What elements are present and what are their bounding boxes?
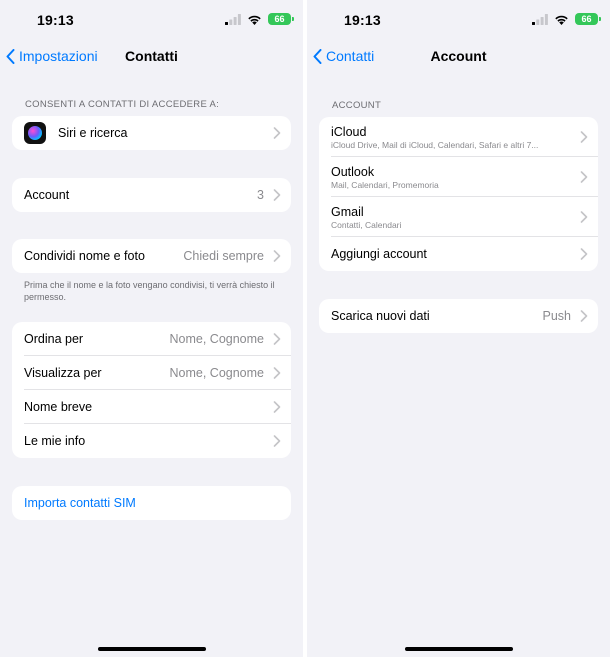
chevron-right-icon [273,189,281,201]
my-info-row[interactable]: Le mie info [12,424,291,458]
display-order-label: Visualizza per [24,366,102,380]
chevron-right-icon [580,248,588,260]
account-name: Gmail [331,204,364,219]
status-time: 19:13 [344,12,381,28]
fetch-group: Scarica nuovi dati Push [319,299,598,333]
share-name-photo-row[interactable]: Condividi nome e foto Chiedi sempre [12,239,291,273]
siri-group: Siri e ricerca [12,116,291,150]
status-icons: 66 [532,13,601,25]
my-info-label: Le mie info [24,434,86,448]
battery-icon: 66 [268,13,294,25]
sort-order-label: Ordina per [24,332,84,346]
home-indicator[interactable] [97,647,206,651]
status-icons: 66 [225,13,294,25]
account-detail: Contatti, Calendari [331,219,402,230]
display-order-row[interactable]: Visualizza per Nome, Cognome [12,356,291,390]
account-label: Account [24,188,70,202]
accounts-group: iCloud iCloud Drive, Mail di iCloud, Cal… [319,117,598,271]
nav-bar: Impostazioni Contatti [0,40,303,74]
account-item-outlook[interactable]: Outlook Mail, Calendari, Promemoria [319,157,598,197]
display-order-value: Nome, Cognome [169,366,265,380]
nav-bar: Contatti Account [307,40,610,74]
account-row[interactable]: Account 3 [12,178,291,212]
chevron-right-icon [273,333,281,345]
add-account-row[interactable]: Aggiungi account [319,237,598,271]
access-section-header: CONSENTI A CONTATTI DI ACCEDERE A: [25,99,220,110]
share-group: Condividi nome e foto Chiedi sempre [12,239,291,273]
fetch-value: Push [542,309,572,323]
sort-order-row[interactable]: Ordina per Nome, Cognome [12,322,291,356]
account-item-icloud[interactable]: iCloud iCloud Drive, Mail di iCloud, Cal… [319,117,598,157]
chevron-right-icon [580,310,588,322]
short-name-label: Nome breve [24,400,93,414]
siri-label: Siri e ricerca [58,126,128,140]
import-sim-group: Importa contatti SIM [12,486,291,520]
page-title: Contatti [125,48,178,64]
status-bar: 19:13 66 [0,0,303,40]
short-name-row[interactable]: Nome breve [12,390,291,424]
import-sim-label: Importa contatti SIM [24,496,136,510]
chevron-right-icon [580,211,588,223]
wifi-icon [555,15,568,25]
chevron-right-icon [273,435,281,447]
account-detail: iCloud Drive, Mail di iCloud, Calendari,… [331,139,539,150]
share-footnote: Prima che il nome e la foto vengano cond… [24,280,275,302]
page-title: Account [430,48,487,64]
chevron-right-icon [273,250,281,262]
share-label: Condividi nome e foto [24,249,145,263]
chevron-right-icon [273,127,281,139]
status-time: 19:13 [37,12,74,28]
chevron-right-icon [273,401,281,413]
fetch-label: Scarica nuovi dati [331,309,430,323]
add-account-label: Aggiungi account [331,247,427,261]
share-value: Chiedi sempre [183,249,264,263]
fetch-new-data-row[interactable]: Scarica nuovi dati Push [319,299,598,333]
import-sim-button[interactable]: Importa contatti SIM [12,486,291,520]
accounts-section-header: ACCOUNT [332,100,382,111]
chevron-right-icon [580,131,588,143]
account-name: Outlook [331,164,375,179]
account-group: Account 3 [12,178,291,212]
account-detail: Mail, Calendari, Promemoria [331,179,439,190]
signal-icon [225,13,241,25]
chevron-right-icon [580,171,588,183]
wifi-icon [248,15,261,25]
status-bar: 19:13 66 [307,0,610,40]
display-settings-group: Ordina per Nome, Cognome Visualizza per … [12,322,291,458]
account-item-gmail[interactable]: Gmail Contatti, Calendari [319,197,598,237]
battery-icon: 66 [575,13,601,25]
accounts-screen: 19:13 66 Contatti Account ACCOUNT iCloud… [307,0,610,657]
sort-order-value: Nome, Cognome [169,332,265,346]
account-name: iCloud [331,124,367,139]
siri-icon [24,122,46,144]
account-count: 3 [257,188,264,202]
contacts-settings-screen: 19:13 66 Impostazioni Contatti CONSENTI … [0,0,303,657]
chevron-right-icon [273,367,281,379]
signal-icon [532,13,548,25]
siri-search-row[interactable]: Siri e ricerca [12,116,291,150]
home-indicator[interactable] [404,647,513,651]
